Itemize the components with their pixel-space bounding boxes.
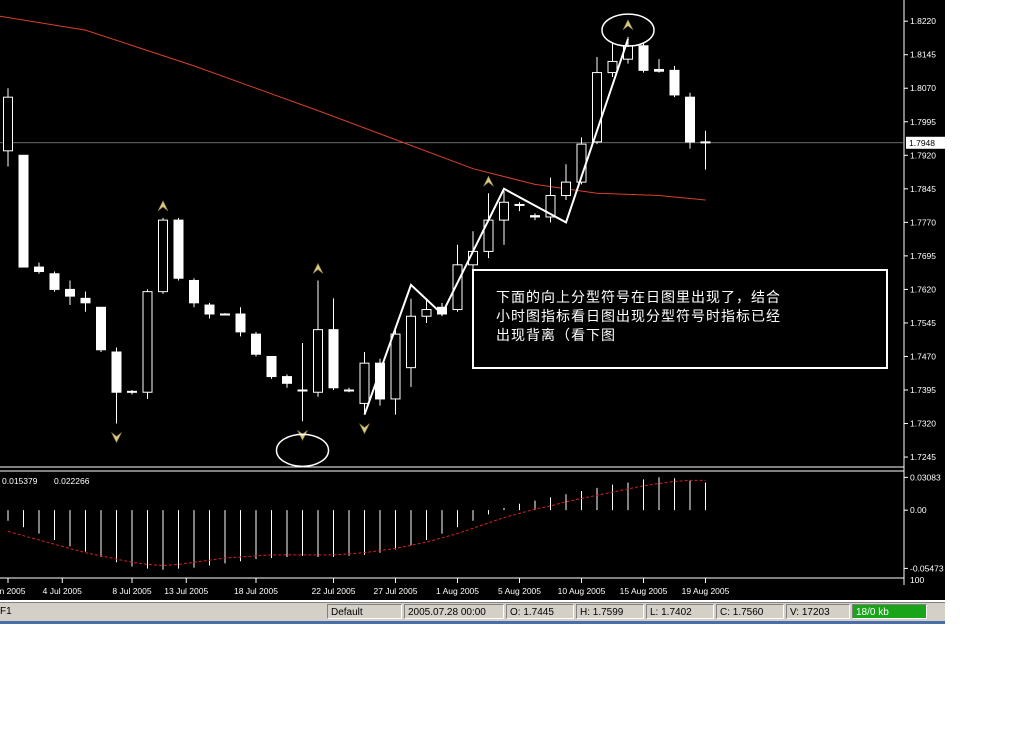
candle-down bbox=[80, 297, 91, 304]
candle-up bbox=[561, 181, 571, 197]
time-tick-label: 10 Aug 2005 bbox=[558, 586, 606, 596]
indicator-tick-label: -0.05473 bbox=[910, 563, 944, 573]
candle-down bbox=[34, 266, 44, 273]
candle-down bbox=[514, 203, 525, 206]
candle-up bbox=[297, 389, 308, 392]
candle-up bbox=[220, 313, 230, 316]
indicator-value-2: 0.022266 bbox=[54, 476, 90, 486]
annotation-text: 下面的向上分型符号在日图里出现了，结合 小时图指标看日图出现分型符号时指标已经 … bbox=[496, 289, 876, 346]
candle-down bbox=[189, 279, 199, 304]
price-tick-label: 1.8145 bbox=[910, 50, 936, 60]
candle-down bbox=[530, 215, 540, 218]
candle-down bbox=[65, 288, 75, 297]
candle-up bbox=[607, 60, 618, 74]
time-tick-label: 8 Jul 2005 bbox=[112, 586, 151, 596]
candle-up bbox=[127, 390, 137, 393]
time-tick-label: 5 Aug 2005 bbox=[498, 586, 541, 596]
candle-up bbox=[499, 201, 509, 221]
annotation-line-1: 下面的向上分型符号在日图里出现了，结合 bbox=[496, 290, 781, 306]
status-traffic: 18/0 kb bbox=[852, 604, 927, 619]
fractal-down-arrow bbox=[297, 430, 308, 441]
indicator-value-1: 0.015379 bbox=[2, 476, 38, 486]
status-volume: V: 17203 bbox=[786, 604, 850, 619]
time-tick-label: Jun 2005 bbox=[0, 586, 26, 596]
fractal-down-arrow bbox=[359, 423, 370, 435]
time-tick-label: 4 Jul 2005 bbox=[43, 586, 82, 596]
fractal-down-arrow bbox=[111, 432, 122, 444]
annotation-line-3: 出现背离（看下图 bbox=[496, 328, 616, 344]
annotation-line-2: 小时图指标看日图出现分型符号时指标已经 bbox=[496, 309, 781, 325]
candle-down bbox=[235, 313, 246, 333]
candle-down bbox=[49, 273, 60, 290]
indicator-tick-label: 0.03083 bbox=[910, 472, 941, 482]
status-high: H: 1.7599 bbox=[576, 604, 644, 619]
candle-up bbox=[390, 333, 401, 400]
candle-down bbox=[96, 306, 106, 351]
fractal-up-arrow bbox=[157, 200, 169, 212]
price-tick-label: 1.7770 bbox=[910, 217, 936, 227]
price-tick-label: 1.7545 bbox=[910, 318, 936, 328]
time-tick-label: 19 Aug 2005 bbox=[682, 586, 730, 596]
price-tick-label: 1.7245 bbox=[910, 452, 936, 462]
candle-down bbox=[266, 355, 277, 378]
price-tick-label: 1.7695 bbox=[910, 251, 936, 261]
indicator-signal-line bbox=[7, 479, 706, 567]
candle-down bbox=[700, 141, 711, 144]
candle-up bbox=[313, 329, 323, 393]
price-tick-label: 1.7395 bbox=[910, 385, 936, 395]
fractal-up-arrow bbox=[483, 175, 494, 187]
status-open: O: 1.7445 bbox=[506, 604, 574, 619]
candle-down bbox=[282, 376, 292, 384]
candle-down bbox=[111, 351, 122, 393]
price-tick-label: 1.7320 bbox=[910, 419, 936, 429]
status-datetime: 2005.07.28 00:00 bbox=[404, 604, 504, 619]
candle-down bbox=[251, 333, 261, 355]
price-tick-label: 1.8070 bbox=[910, 83, 936, 93]
fractal-up-arrow bbox=[622, 19, 634, 31]
candle-up bbox=[3, 96, 13, 152]
price-tick-label: 1.7995 bbox=[910, 117, 936, 127]
status-bar-edge bbox=[0, 621, 945, 624]
candle-down bbox=[669, 69, 680, 96]
candle-down bbox=[685, 96, 695, 143]
candle-down bbox=[18, 154, 29, 268]
time-tick-label: 22 Jul 2005 bbox=[312, 586, 356, 596]
candle-down bbox=[204, 304, 215, 315]
candle-up bbox=[344, 389, 354, 392]
price-tick-label: 1.7845 bbox=[910, 184, 936, 194]
time-tick-label: 13 Jul 2005 bbox=[164, 586, 208, 596]
status-help-hint: F1 bbox=[0, 606, 12, 617]
status-profile[interactable]: Default bbox=[327, 604, 402, 619]
annotation-box: 下面的向上分型符号在日图里出现了，结合 小时图指标看日图出现分型符号时指标已经 … bbox=[472, 269, 888, 369]
candle-up bbox=[158, 219, 168, 293]
time-tick-label: 15 Aug 2005 bbox=[620, 586, 668, 596]
status-close: C: 1.7560 bbox=[716, 604, 784, 619]
candle-down bbox=[328, 329, 339, 389]
price-tick-label: 1.7620 bbox=[910, 284, 936, 294]
price-tick-label: 1.7470 bbox=[910, 351, 936, 361]
indicator-scale-label: 100 bbox=[910, 575, 924, 585]
candle-up bbox=[421, 309, 432, 317]
time-tick-label: 18 Jul 2005 bbox=[234, 586, 278, 596]
indicator-tick-label: 0.00 bbox=[910, 505, 927, 515]
status-bar: F1 Default 2005.07.28 00:00 O: 1.7445 H:… bbox=[0, 602, 945, 621]
candle-down bbox=[654, 68, 664, 72]
time-tick-label: 1 Aug 2005 bbox=[436, 586, 479, 596]
candle-down bbox=[173, 219, 184, 279]
candle-up bbox=[142, 291, 153, 393]
current-price-label: 1.7948 bbox=[909, 138, 935, 148]
candle-up bbox=[406, 315, 416, 369]
status-low: L: 1.7402 bbox=[646, 604, 714, 619]
price-tick-label: 1.7920 bbox=[910, 150, 936, 160]
candle-up bbox=[359, 362, 370, 404]
time-tick-label: 27 Jul 2005 bbox=[374, 586, 418, 596]
fractal-up-arrow bbox=[312, 262, 324, 274]
price-tick-label: 1.8220 bbox=[910, 16, 936, 26]
candle-down bbox=[638, 45, 649, 71]
